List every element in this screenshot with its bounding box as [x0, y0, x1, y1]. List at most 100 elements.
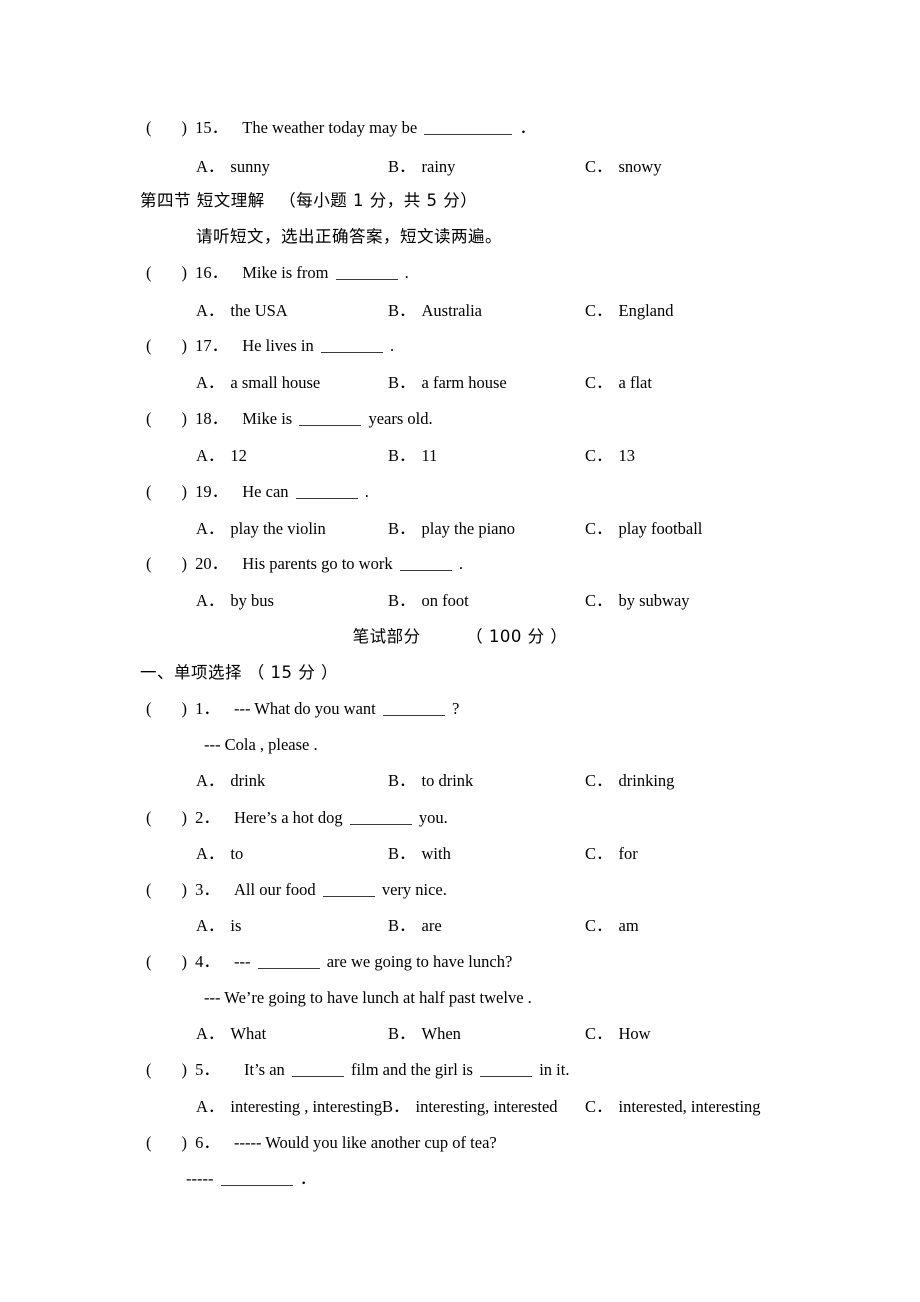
option-b[interactable]: B． 11 — [388, 441, 437, 471]
written-section-title: 笔试部分 — [352, 627, 421, 646]
option-a[interactable]: A． a small house — [196, 368, 320, 398]
option-b[interactable]: B． are — [388, 911, 442, 941]
option-c[interactable]: C． interested, interesting — [585, 1092, 761, 1122]
fill-blank-2[interactable] — [480, 1062, 533, 1077]
question-19-stem: () 19． He can . — [146, 477, 920, 507]
option-b[interactable]: B． on foot — [388, 586, 469, 616]
question-end-punct: ． — [299, 1169, 317, 1188]
question-18-stem: () 18． Mike is years old. — [146, 404, 920, 434]
option-a[interactable]: A． is — [196, 911, 241, 941]
answer-bracket[interactable]: () — [146, 554, 187, 573]
fill-blank[interactable] — [257, 954, 320, 969]
option-b[interactable]: B． to drink — [388, 766, 473, 796]
question-text-tail: in it. — [539, 1060, 570, 1079]
question-18-options: A． 12 B． 11 C． 13 — [0, 441, 920, 471]
option-a[interactable]: A． 12 — [196, 441, 247, 471]
fill-blank[interactable] — [424, 120, 513, 135]
answer-bracket[interactable]: () — [146, 1133, 187, 1152]
fill-blank[interactable] — [322, 882, 375, 897]
written-question-2-options: A． to B． with C． for — [0, 839, 920, 869]
option-b[interactable]: B． play the piano — [388, 514, 515, 544]
option-c[interactable]: C． play football — [585, 514, 702, 544]
question-19-options: A． play the violin B． play the piano C． pla… — [0, 514, 920, 544]
question-end-punct: . — [390, 336, 395, 355]
option-c[interactable]: C． drinking — [585, 766, 674, 796]
fill-blank[interactable] — [335, 265, 398, 280]
question-20-options: A． by bus B． on foot C． by subway — [0, 586, 920, 616]
fill-blank[interactable] — [349, 810, 412, 825]
question-text-tail: you. — [418, 808, 448, 827]
option-a[interactable]: A． What — [196, 1019, 266, 1049]
option-a[interactable]: A． sunny — [196, 152, 270, 182]
option-b[interactable]: B． interesting, interested — [382, 1092, 558, 1122]
option-a[interactable]: A． interesting , interesting — [196, 1092, 382, 1122]
question-text: He lives in — [242, 336, 314, 355]
question-number: 16． — [195, 263, 229, 282]
question-text: The weather today may be — [242, 118, 418, 137]
question-text-tail: are we going to have lunch? — [326, 952, 513, 971]
option-c[interactable]: C． a flat — [585, 368, 652, 398]
option-a[interactable]: A． play the violin — [196, 514, 326, 544]
fill-blank[interactable] — [220, 1171, 293, 1186]
question-number: 20． — [195, 554, 229, 573]
answer-bracket[interactable]: () — [146, 1060, 187, 1079]
option-c[interactable]: C． by subway — [585, 586, 690, 616]
question-text: --- — [234, 952, 251, 971]
option-a[interactable]: A． the USA — [196, 296, 288, 326]
question-end-punct: . — [404, 263, 409, 282]
part-1-heading: 一、单项选择 （ 15 分 ） — [140, 663, 338, 682]
option-c[interactable]: C． How — [585, 1019, 651, 1049]
written-question-1-options: A． drink B． to drink C． drinking — [0, 766, 920, 796]
fill-blank[interactable] — [320, 338, 383, 353]
question-number: 4． — [195, 952, 220, 971]
option-c[interactable]: C． am — [585, 911, 639, 941]
option-c[interactable]: C． for — [585, 839, 638, 869]
written-question-6-stem: () 6． ----- Would you like another cup o… — [146, 1128, 920, 1158]
answer-bracket[interactable]: () — [146, 808, 187, 827]
question-text-tail: years old. — [368, 409, 433, 428]
part-4-heading: 第四节 短文理解 （每小题 1 分，共 5 分） — [140, 191, 478, 210]
option-a[interactable]: A． drink — [196, 766, 265, 796]
question-number: 1． — [195, 699, 220, 718]
question-number: 3． — [195, 880, 220, 899]
answer-bracket[interactable]: () — [146, 409, 187, 428]
question-text: Mike is from — [242, 263, 329, 282]
fill-blank[interactable] — [382, 701, 445, 716]
answer-bracket[interactable]: () — [146, 118, 187, 137]
fill-blank-1[interactable] — [291, 1062, 344, 1077]
question-text: He can — [242, 482, 289, 501]
question-text: His parents go to work — [242, 554, 393, 573]
fill-blank[interactable] — [399, 556, 452, 571]
option-b[interactable]: B． with — [388, 839, 451, 869]
option-b[interactable]: B． When — [388, 1019, 461, 1049]
answer-bracket[interactable]: () — [146, 952, 187, 971]
question-text: --- What do you want — [234, 699, 376, 718]
question-number: 17． — [195, 336, 229, 355]
option-c[interactable]: C． snowy — [585, 152, 662, 182]
fill-blank[interactable] — [295, 484, 358, 499]
answer-bracket[interactable]: () — [146, 880, 187, 899]
option-b[interactable]: B． Australia — [388, 296, 482, 326]
question-20-stem: () 20． His parents go to work . — [146, 549, 920, 579]
written-section-title-row: 笔试部分 （ 100 分 ） — [0, 622, 920, 652]
fill-blank[interactable] — [299, 411, 362, 426]
answer-bracket[interactable]: () — [146, 336, 187, 355]
written-question-4-stem: () 4． --- are we going to have lunch? — [146, 947, 920, 977]
option-a[interactable]: A． by bus — [196, 586, 274, 616]
question-number: 19． — [195, 482, 229, 501]
option-b[interactable]: B． rainy — [388, 152, 455, 182]
answer-bracket[interactable]: () — [146, 699, 187, 718]
written-question-2-stem: () 2． Here’s a hot dog you. — [146, 803, 920, 833]
written-question-4-options: A． What B． When C． How — [0, 1019, 920, 1049]
question-number: 15． — [195, 118, 229, 137]
option-a[interactable]: A． to — [196, 839, 243, 869]
option-c[interactable]: C． 13 — [585, 441, 635, 471]
answer-bracket[interactable]: () — [146, 263, 187, 282]
question-number: 6． — [195, 1133, 220, 1152]
question-text: ----- Would you like another cup of tea? — [234, 1133, 497, 1152]
option-c[interactable]: C． England — [585, 296, 674, 326]
written-question-5-options: A． interesting , interesting B． interestin… — [0, 1092, 920, 1122]
option-b[interactable]: B． a farm house — [388, 368, 507, 398]
answer-bracket[interactable]: () — [146, 482, 187, 501]
question-15-options: A． sunny B． rainy C． snowy — [0, 152, 920, 182]
